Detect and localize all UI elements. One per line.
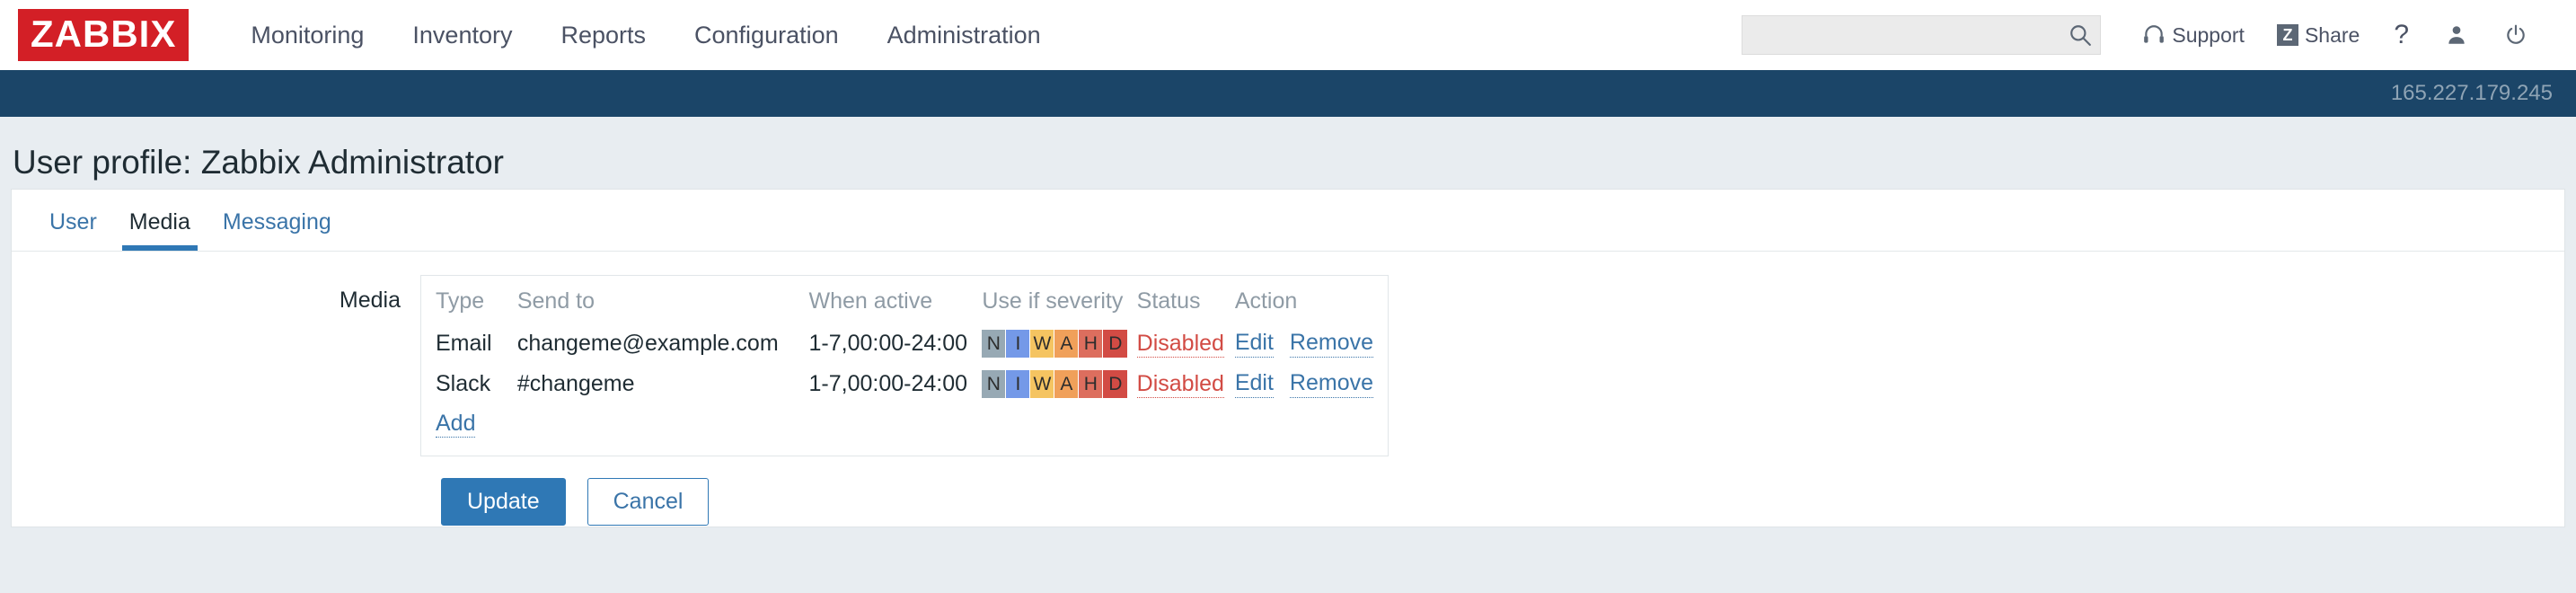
severity-badge-d: D [1103, 330, 1128, 358]
form-button-row: Update Cancel [12, 456, 2564, 526]
utility-menu: Support Z Share ? [2126, 20, 2545, 50]
user-icon [2448, 26, 2465, 44]
support-link[interactable]: Support [2126, 23, 2261, 48]
status-badge[interactable]: Disabled [1136, 371, 1224, 398]
cell-status: Disabled [1136, 325, 1235, 366]
cell-when-active: 1-7,00:00-24:00 [808, 371, 968, 396]
cell-severity: NIWAHD [982, 325, 1136, 366]
column-header-status: Status [1136, 288, 1201, 314]
sign-out-link[interactable] [2486, 23, 2545, 47]
user-profile-link[interactable] [2427, 23, 2486, 47]
cell-send-to: #changeme [516, 371, 635, 396]
nav-item-inventory[interactable]: Inventory [388, 22, 536, 49]
severity-badge-n: N [982, 370, 1007, 398]
column-header-send-to: Send to [516, 288, 595, 314]
content-card: User Media Messaging Media Type Send to … [11, 189, 2565, 527]
severity-badge-i: I [1006, 370, 1031, 398]
cell-send-to: changeme@example.com [516, 331, 779, 356]
tab-user[interactable]: User [33, 209, 113, 251]
table-header-row: Type Send to When active Use if severity… [436, 285, 1373, 325]
help-link[interactable]: ? [2376, 20, 2427, 50]
severity-badge-group: NIWAHD [982, 370, 1128, 398]
top-navigation-bar: ZABBIX Monitoring Inventory Reports Conf… [0, 0, 2576, 70]
status-badge[interactable]: Disabled [1136, 331, 1224, 358]
severity-badge-h: H [1079, 330, 1104, 358]
column-header-when-active: When active [808, 288, 933, 314]
search-input[interactable] [1742, 15, 2102, 55]
cell-action: Edit Remove [1234, 325, 1373, 366]
cell-when-active: 1-7,00:00-24:00 [808, 331, 968, 356]
headset-icon [2144, 25, 2165, 43]
remove-link[interactable]: Remove [1289, 370, 1373, 398]
media-table-container: Type Send to When active Use if severity… [420, 275, 1389, 456]
table-row: Email changeme@example.com 1-7,00:00-24:… [436, 325, 1373, 366]
media-table: Type Send to When active Use if severity… [436, 285, 1373, 445]
share-link[interactable]: Z Share [2261, 23, 2376, 48]
cell-action: Edit Remove [1234, 366, 1373, 406]
severity-badge-w: W [1030, 330, 1055, 358]
share-label: Share [2304, 22, 2360, 47]
edit-link[interactable]: Edit [1234, 330, 1274, 358]
cell-severity: NIWAHD [982, 366, 1136, 406]
severity-badge-n: N [982, 330, 1007, 358]
severity-badge-a: A [1054, 370, 1080, 398]
nav-item-administration[interactable]: Administration [863, 22, 1065, 49]
table-row: Slack #changeme 1-7,00:00-24:00 NIWAHD D… [436, 366, 1373, 406]
severity-badge-d: D [1103, 370, 1128, 398]
remove-link[interactable]: Remove [1289, 330, 1373, 358]
add-media-link[interactable]: Add [436, 411, 476, 438]
media-form: Media Type Send to When active Use if se… [12, 252, 2564, 526]
severity-badge-h: H [1079, 370, 1104, 398]
update-button[interactable]: Update [441, 478, 566, 526]
nav-item-reports[interactable]: Reports [536, 22, 670, 49]
tab-media[interactable]: Media [113, 209, 207, 251]
power-icon [2507, 24, 2525, 44]
cell-status: Disabled [1136, 366, 1235, 406]
nav-item-configuration[interactable]: Configuration [670, 22, 863, 49]
column-header-use-if-severity: Use if severity [982, 288, 1124, 314]
support-label: Support [2172, 22, 2245, 47]
host-address: 165.227.179.245 [2390, 81, 2553, 105]
main-menu: Monitoring Inventory Reports Configurati… [226, 22, 1064, 49]
cell-type: Email [436, 331, 492, 356]
host-address-bar: 165.227.179.245 [0, 70, 2576, 117]
edit-link[interactable]: Edit [1234, 370, 1274, 398]
severity-badge-w: W [1030, 370, 1055, 398]
severity-badge-group: NIWAHD [982, 330, 1128, 358]
severity-badge-a: A [1054, 330, 1080, 358]
media-form-row: Media Type Send to When active Use if se… [12, 275, 2564, 456]
table-add-row: Add [436, 406, 1373, 445]
global-search [1742, 15, 2102, 55]
cell-type: Slack [436, 371, 491, 396]
nav-item-monitoring[interactable]: Monitoring [226, 22, 388, 49]
page-title: User profile: Zabbix Administrator [13, 144, 504, 181]
cancel-button[interactable]: Cancel [587, 478, 710, 526]
column-header-action: Action [1234, 288, 1298, 314]
question-mark-icon: ? [2394, 20, 2409, 49]
cell-add: Add [436, 406, 1373, 445]
tab-messaging[interactable]: Messaging [207, 209, 348, 251]
tab-bar: User Media Messaging [12, 190, 2564, 251]
zabbix-logo[interactable]: ZABBIX [18, 9, 190, 61]
zabbix-share-icon: Z [2276, 24, 2298, 46]
media-field-label: Media [339, 288, 401, 313]
severity-badge-i: I [1006, 330, 1031, 358]
column-header-type: Type [436, 288, 485, 314]
